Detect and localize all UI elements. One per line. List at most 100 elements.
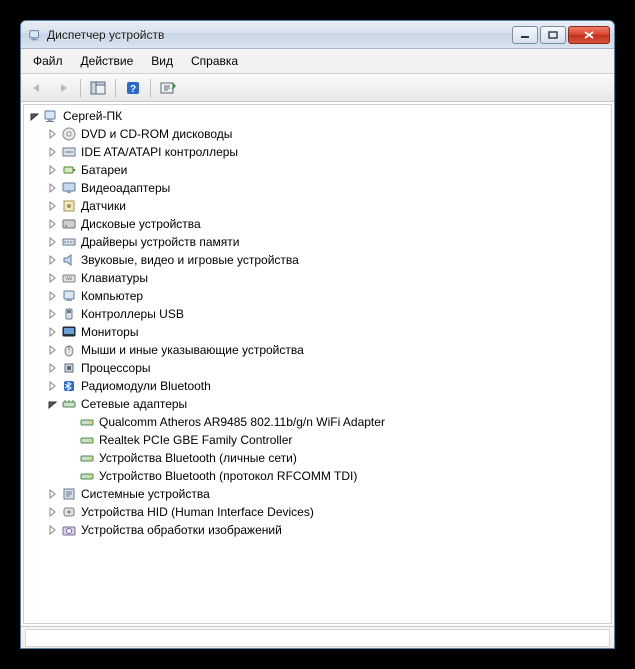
tree-node-label: Радиомодули Bluetooth (81, 379, 211, 393)
expand-icon[interactable] (46, 127, 60, 141)
scan-hardware-button[interactable] (157, 77, 179, 99)
expand-icon[interactable] (46, 217, 60, 231)
tree-node-cat-1[interactable]: IDE ATA/ATAPI контроллеры (24, 143, 611, 161)
menu-action[interactable]: Действие (73, 51, 142, 71)
device-tree[interactable]: Сергей-ПКDVD и CD-ROM дисководы IDE ATA/A… (23, 104, 612, 624)
tree-node-cat-11[interactable]: Мониторы (24, 323, 611, 341)
tree-node-cat-14[interactable]: Радиомодули Bluetooth (24, 377, 611, 395)
tree-node-cat-0[interactable]: DVD и CD-ROM дисководы (24, 125, 611, 143)
tree-node-label: Дисковые устройства (81, 217, 201, 231)
expand-icon[interactable] (46, 379, 60, 393)
tree-node-label: Батареи (81, 163, 127, 177)
expand-icon[interactable] (46, 163, 60, 177)
collapse-icon[interactable] (28, 109, 42, 123)
expand-icon[interactable] (46, 145, 60, 159)
expand-icon[interactable] (46, 343, 60, 357)
tree-node-root[interactable]: Сергей-ПК (24, 107, 611, 125)
help-button[interactable]: ? (122, 77, 144, 99)
maximize-button[interactable] (540, 26, 566, 44)
tree-node-cat-15[interactable]: Сетевые адаптеры (24, 395, 611, 413)
menu-help[interactable]: Справка (183, 51, 246, 71)
titlebar: Диспетчер устройств (21, 21, 614, 49)
tree-node-cat-15-child-2[interactable]: Устройства Bluetooth (личные сети) (24, 449, 611, 467)
tree-node-cat-6[interactable]: Драйверы устройств памяти (24, 233, 611, 251)
status-cell (25, 629, 610, 647)
expand-icon[interactable] (46, 181, 60, 195)
expand-icon[interactable] (46, 235, 60, 249)
cpu-icon (61, 360, 77, 376)
mouse-icon (61, 342, 77, 358)
tree-node-cat-17[interactable]: Устройства HID (Human Interface Devices) (24, 503, 611, 521)
tree-node-label: Мониторы (81, 325, 138, 339)
expander-none (64, 469, 78, 483)
sound-icon (61, 252, 77, 268)
menu-file[interactable]: Файл (25, 51, 71, 71)
tree-node-cat-15-child-1[interactable]: Realtek PCIe GBE Family Controller (24, 431, 611, 449)
netcard-icon (79, 450, 95, 466)
tree-node-cat-3[interactable]: Видеоадаптеры (24, 179, 611, 197)
expand-icon[interactable] (46, 289, 60, 303)
system-icon (61, 486, 77, 502)
expand-icon[interactable] (46, 199, 60, 213)
forward-button[interactable] (52, 77, 74, 99)
tree-node-cat-13[interactable]: Процессоры (24, 359, 611, 377)
expand-icon[interactable] (46, 487, 60, 501)
tree-node-cat-15-child-3[interactable]: Устройство Bluetooth (протокол RFCOMM TD… (24, 467, 611, 485)
tree-node-label: Сетевые адаптеры (81, 397, 187, 411)
tree-node-cat-8[interactable]: Клавиатуры (24, 269, 611, 287)
window-title: Диспетчер устройств (47, 28, 512, 42)
tree-node-label: Мыши и иные указывающие устройства (81, 343, 304, 357)
tree-node-cat-9[interactable]: Компьютер (24, 287, 611, 305)
menu-view[interactable]: Вид (143, 51, 181, 71)
tree-node-cat-7[interactable]: Звуковые, видео и игровые устройства (24, 251, 611, 269)
toolbar: ? (21, 74, 614, 102)
tree-node-label: Датчики (81, 199, 126, 213)
tree-node-label: IDE ATA/ATAPI контроллеры (81, 145, 238, 159)
tree-node-label: Процессоры (81, 361, 151, 375)
show-hide-console-tree-button[interactable] (87, 77, 109, 99)
toolbar-separator (115, 79, 116, 97)
tree-node-cat-4[interactable]: Датчики (24, 197, 611, 215)
back-button[interactable] (26, 77, 48, 99)
expand-icon[interactable] (46, 505, 60, 519)
statusbar (21, 626, 614, 648)
tree-container: Сергей-ПКDVD и CD-ROM дисководы IDE ATA/A… (21, 102, 614, 626)
expand-icon[interactable] (46, 523, 60, 537)
expand-icon[interactable] (46, 307, 60, 321)
tree-node-cat-12[interactable]: Мыши и иные указывающие устройства (24, 341, 611, 359)
menubar: Файл Действие Вид Справка (21, 49, 614, 74)
ide-icon (61, 144, 77, 160)
expand-icon[interactable] (46, 325, 60, 339)
close-button[interactable] (568, 26, 610, 44)
tree-node-label: Клавиатуры (81, 271, 148, 285)
network-icon (61, 396, 77, 412)
netcard-icon (79, 414, 95, 430)
keyboard-icon (61, 270, 77, 286)
tree-node-label: Системные устройства (81, 487, 210, 501)
tree-node-label: Realtek PCIe GBE Family Controller (99, 433, 292, 447)
expand-icon[interactable] (46, 361, 60, 375)
svg-text:?: ? (130, 84, 136, 95)
tree-node-cat-18[interactable]: Устройства обработки изображений (24, 521, 611, 539)
tree-node-cat-15-child-0[interactable]: Qualcomm Atheros AR9485 802.11b/g/n WiFi… (24, 413, 611, 431)
expander-none (64, 433, 78, 447)
tree-node-cat-5[interactable]: Дисковые устройства (24, 215, 611, 233)
tree-node-label: Звуковые, видео и игровые устройства (81, 253, 299, 267)
tree-node-cat-16[interactable]: Системные устройства (24, 485, 611, 503)
tree-node-label: Устройства обработки изображений (81, 523, 282, 537)
tree-node-cat-10[interactable]: Контроллеры USB (24, 305, 611, 323)
collapse-icon[interactable] (46, 397, 60, 411)
computer-icon (61, 288, 77, 304)
hid-icon (61, 504, 77, 520)
bluetooth-icon (61, 378, 77, 394)
expand-icon[interactable] (46, 253, 60, 267)
window: Диспетчер устройств Файл Действие Вид Сп… (20, 20, 615, 649)
tree-node-cat-2[interactable]: Батареи (24, 161, 611, 179)
expand-icon[interactable] (46, 271, 60, 285)
tree-node-label: Устройство Bluetooth (протокол RFCOMM TD… (99, 469, 357, 483)
tree-node-label: Видеоадаптеры (81, 181, 170, 195)
app-icon (27, 27, 43, 43)
usb-icon (61, 306, 77, 322)
toolbar-separator (150, 79, 151, 97)
minimize-button[interactable] (512, 26, 538, 44)
